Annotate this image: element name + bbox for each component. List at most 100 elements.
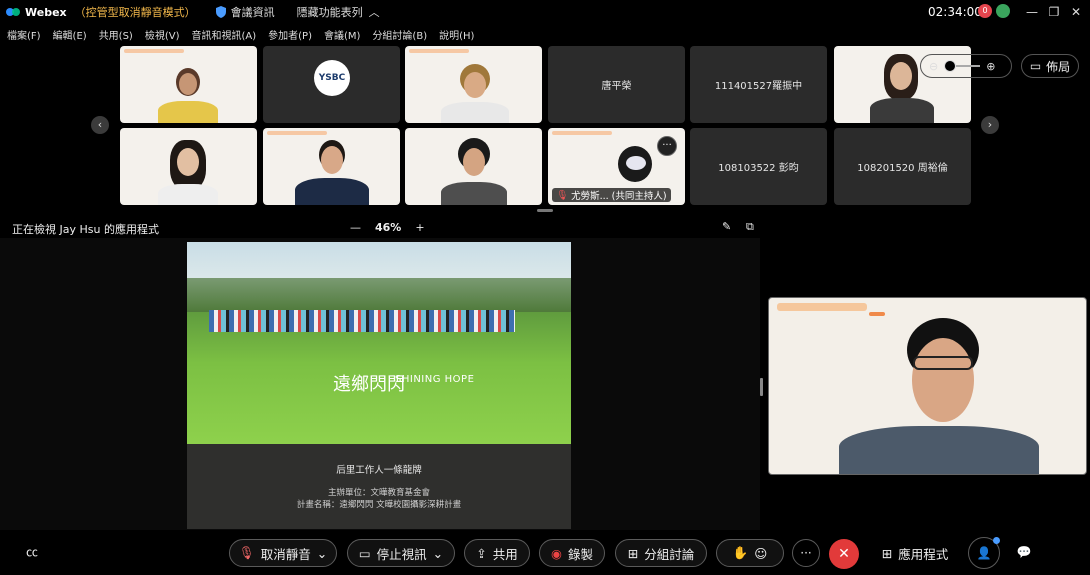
menu-breakout[interactable]: 分組討論(B) xyxy=(372,27,427,42)
stop-video-label: 停止視訊 xyxy=(376,546,427,562)
resize-handle[interactable] xyxy=(537,209,553,212)
share-zoom-control: — 46% + xyxy=(350,221,425,234)
video-tile[interactable] xyxy=(120,128,257,205)
participant-face xyxy=(463,148,485,176)
participant-body xyxy=(158,101,218,123)
meeting-info-label: 會議資訊 xyxy=(230,6,275,19)
video-tile[interactable]: ··· 🎙 尤勞斯... (共同主持人) xyxy=(548,128,685,205)
grid-zoom-control[interactable]: ⊖ ⊕ xyxy=(920,54,1012,78)
share-button[interactable]: ⇪ 共用 xyxy=(464,539,530,567)
zoom-slider[interactable] xyxy=(944,60,981,72)
speaker-face xyxy=(912,338,974,422)
share-title: 正在檢視 Jay Hsu 的應用程式 xyxy=(12,223,159,236)
video-tile[interactable]: 108201520 周裕倫 xyxy=(834,128,971,205)
video-tile[interactable] xyxy=(405,46,542,123)
menu-view[interactable]: 檢視(V) xyxy=(145,27,180,42)
chevron-right-icon[interactable]: › xyxy=(981,116,999,134)
meeting-info-button[interactable]: 會議資訊 xyxy=(215,4,275,20)
chevron-down-icon[interactable]: ⌄ xyxy=(433,546,443,561)
app-name: Webex xyxy=(25,5,67,19)
shared-slide: 遠鄉閃閃 SHINING HOPE 后里工作人一條龍牌 主辦單位：文曄教育基金會… xyxy=(187,242,571,529)
zoom-level: 46% xyxy=(375,221,402,234)
apps-button[interactable]: ⊞ 應用程式 xyxy=(870,539,960,567)
background-dots xyxy=(869,312,885,316)
background-banner xyxy=(124,49,184,53)
active-speaker-video[interactable] xyxy=(768,297,1087,475)
video-tile[interactable] xyxy=(405,128,542,205)
captions-icon[interactable]: ㏄ xyxy=(18,539,46,567)
meeting-toolbar: ㏄ 🎙 取消靜音 ⌄ ▭ 停止視訊 ⌄ ⇪ 共用 ◉ 錄製 ⊞ 分組討論 ✋ ☺… xyxy=(0,533,1090,575)
participant-body xyxy=(295,178,369,205)
participant-name: 108103522 彭昀 xyxy=(718,163,799,174)
ysbc-logo: YSBC xyxy=(314,60,350,96)
slide-logo-en: SHINING HOPE xyxy=(395,374,475,385)
video-tile[interactable]: 108103522 彭昀 xyxy=(690,128,827,205)
menu-audio-video[interactable]: 音訊和視訊(A) xyxy=(192,27,257,42)
popout-icon[interactable]: ⧉ xyxy=(746,220,754,234)
zoom-out-icon[interactable]: ⊖ xyxy=(929,60,938,73)
raise-hand-icon[interactable]: ✋ xyxy=(733,545,749,561)
video-tile[interactable]: 唐平榮 xyxy=(548,46,685,123)
menu-share[interactable]: 共用(S) xyxy=(99,27,133,42)
menu-participants[interactable]: 參加者(P) xyxy=(268,27,312,42)
annotate-icon[interactable]: ✎ xyxy=(722,220,731,233)
network-status-icon[interactable] xyxy=(996,4,1010,18)
chevron-down-icon[interactable]: ⌄ xyxy=(317,546,327,561)
apps-label: 應用程式 xyxy=(898,546,949,562)
slide-caption-1: 后里工作人一條龍牌 xyxy=(336,465,422,476)
unmute-button[interactable]: 🎙 取消靜音 ⌄ xyxy=(229,539,337,567)
apps-icon: ⊞ xyxy=(881,545,893,561)
participant-face xyxy=(179,73,197,95)
share-label: 共用 xyxy=(492,546,518,562)
video-tile[interactable] xyxy=(120,46,257,123)
restore-button[interactable]: ❐ xyxy=(1045,3,1063,21)
zoom-out-button[interactable]: — xyxy=(350,221,361,234)
video-tile[interactable]: 111401527羅振中 xyxy=(690,46,827,123)
close-button[interactable]: ✕ xyxy=(1067,3,1085,21)
stop-video-button[interactable]: ▭ 停止視訊 ⌄ xyxy=(347,539,455,567)
participant-name: 尤勞斯... (共同主持人) xyxy=(571,191,667,202)
record-button[interactable]: ◉ 錄製 xyxy=(539,539,605,567)
video-tile[interactable] xyxy=(263,128,400,205)
video-tile[interactable]: YSBC xyxy=(263,46,400,123)
background-banner xyxy=(552,131,612,135)
breakout-button[interactable]: ⊞ 分組討論 xyxy=(615,539,707,567)
slide-caption-area: 后里工作人一條龍牌 主辦單位：文曄教育基金會 計畫名稱：遠鄉閃閃 文曄校園攝影深… xyxy=(187,444,571,529)
chevron-up-icon: ︿ xyxy=(368,6,380,19)
tree-line xyxy=(187,278,571,312)
more-options-button[interactable]: ··· xyxy=(657,136,677,156)
chevron-left-icon[interactable]: ‹ xyxy=(91,116,109,134)
mute-mode-label: （控管型取消靜音模式） xyxy=(74,6,196,19)
menu-meeting[interactable]: 會議(M) xyxy=(324,27,360,42)
layout-label: 佈局 xyxy=(1046,59,1071,74)
more-icon[interactable]: ··· xyxy=(792,539,820,567)
shared-content-area[interactable]: 遠鄉閃閃 SHINING HOPE 后里工作人一條龍牌 主辦單位：文曄教育基金會… xyxy=(0,238,763,530)
shield-icon xyxy=(215,6,226,18)
layout-icon: ▭ xyxy=(1029,59,1042,73)
rice-field-photo: 遠鄉閃閃 SHINING HOPE xyxy=(187,242,571,444)
record-label: 錄製 xyxy=(567,546,593,562)
hide-toolbar-button[interactable]: 隱藏功能表列 ︿ xyxy=(297,4,380,20)
menu-help[interactable]: 說明(H) xyxy=(439,27,474,42)
zoom-in-button[interactable]: + xyxy=(415,221,424,234)
layout-button[interactable]: ▭ 佈局 xyxy=(1021,54,1079,78)
participant-body xyxy=(158,184,218,205)
menu-edit[interactable]: 編輯(E) xyxy=(53,27,87,42)
zoom-slider-knob[interactable] xyxy=(944,60,957,72)
recording-indicator[interactable]: 0 xyxy=(978,4,992,18)
participant-name: 唐平榮 xyxy=(601,81,632,92)
webex-logo-icon xyxy=(6,8,20,16)
share-header: 正在檢視 Jay Hsu 的應用程式 — 46% + ✎ ⧉ xyxy=(0,216,760,238)
camera-icon: ▭ xyxy=(358,545,371,561)
splitter-handle[interactable] xyxy=(760,378,763,396)
reactions-icon[interactable]: ☺ xyxy=(754,546,767,561)
minimize-button[interactable]: — xyxy=(1023,3,1041,21)
background-banner xyxy=(409,49,469,53)
participants-notification-dot xyxy=(993,537,1000,544)
background-banner xyxy=(777,303,867,311)
zoom-in-icon[interactable]: ⊕ xyxy=(986,60,995,73)
chat-icon[interactable]: 💬 xyxy=(1010,539,1038,567)
reactions-group[interactable]: ✋ ☺ xyxy=(716,539,784,567)
leave-meeting-button[interactable]: ✕ xyxy=(829,539,859,569)
menu-file[interactable]: 檔案(F) xyxy=(7,27,41,42)
